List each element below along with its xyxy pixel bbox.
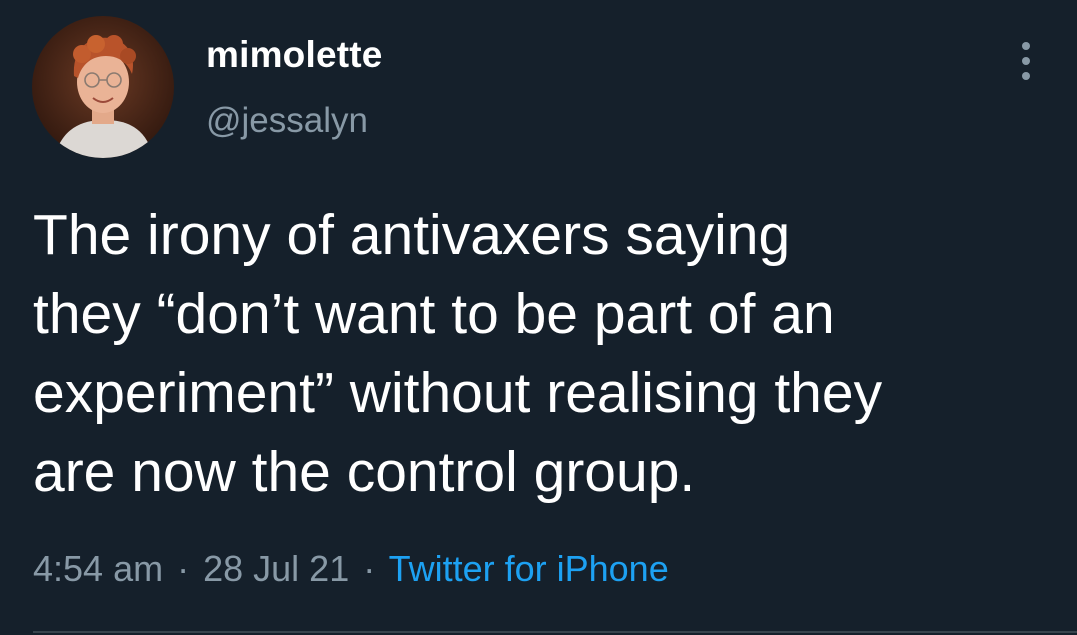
tweet-source-link[interactable]: Twitter for iPhone [389,548,669,589]
tweet-time[interactable]: 4:54 am [33,548,163,589]
separator: · [363,548,376,589]
profile-photo-icon [32,16,174,158]
dot [1022,42,1030,50]
divider [33,631,1077,633]
more-options-icon[interactable] [1012,36,1040,86]
avatar[interactable] [32,16,174,158]
tweet-date[interactable]: 28 Jul 21 [203,548,349,589]
user-handle[interactable]: @jessalyn [206,101,368,141]
dot [1022,72,1030,80]
tweet-text: The irony of antivaxers saying they “don… [33,203,883,504]
tweet-metadata: 4:54 am · 28 Jul 21 · Twitter for iPhone [33,548,669,590]
separator: · [177,548,190,589]
display-name[interactable]: mimolette [206,34,383,76]
tweet-card: mimolette @jessalyn The irony of antivax… [0,0,1077,635]
dot [1022,57,1030,65]
